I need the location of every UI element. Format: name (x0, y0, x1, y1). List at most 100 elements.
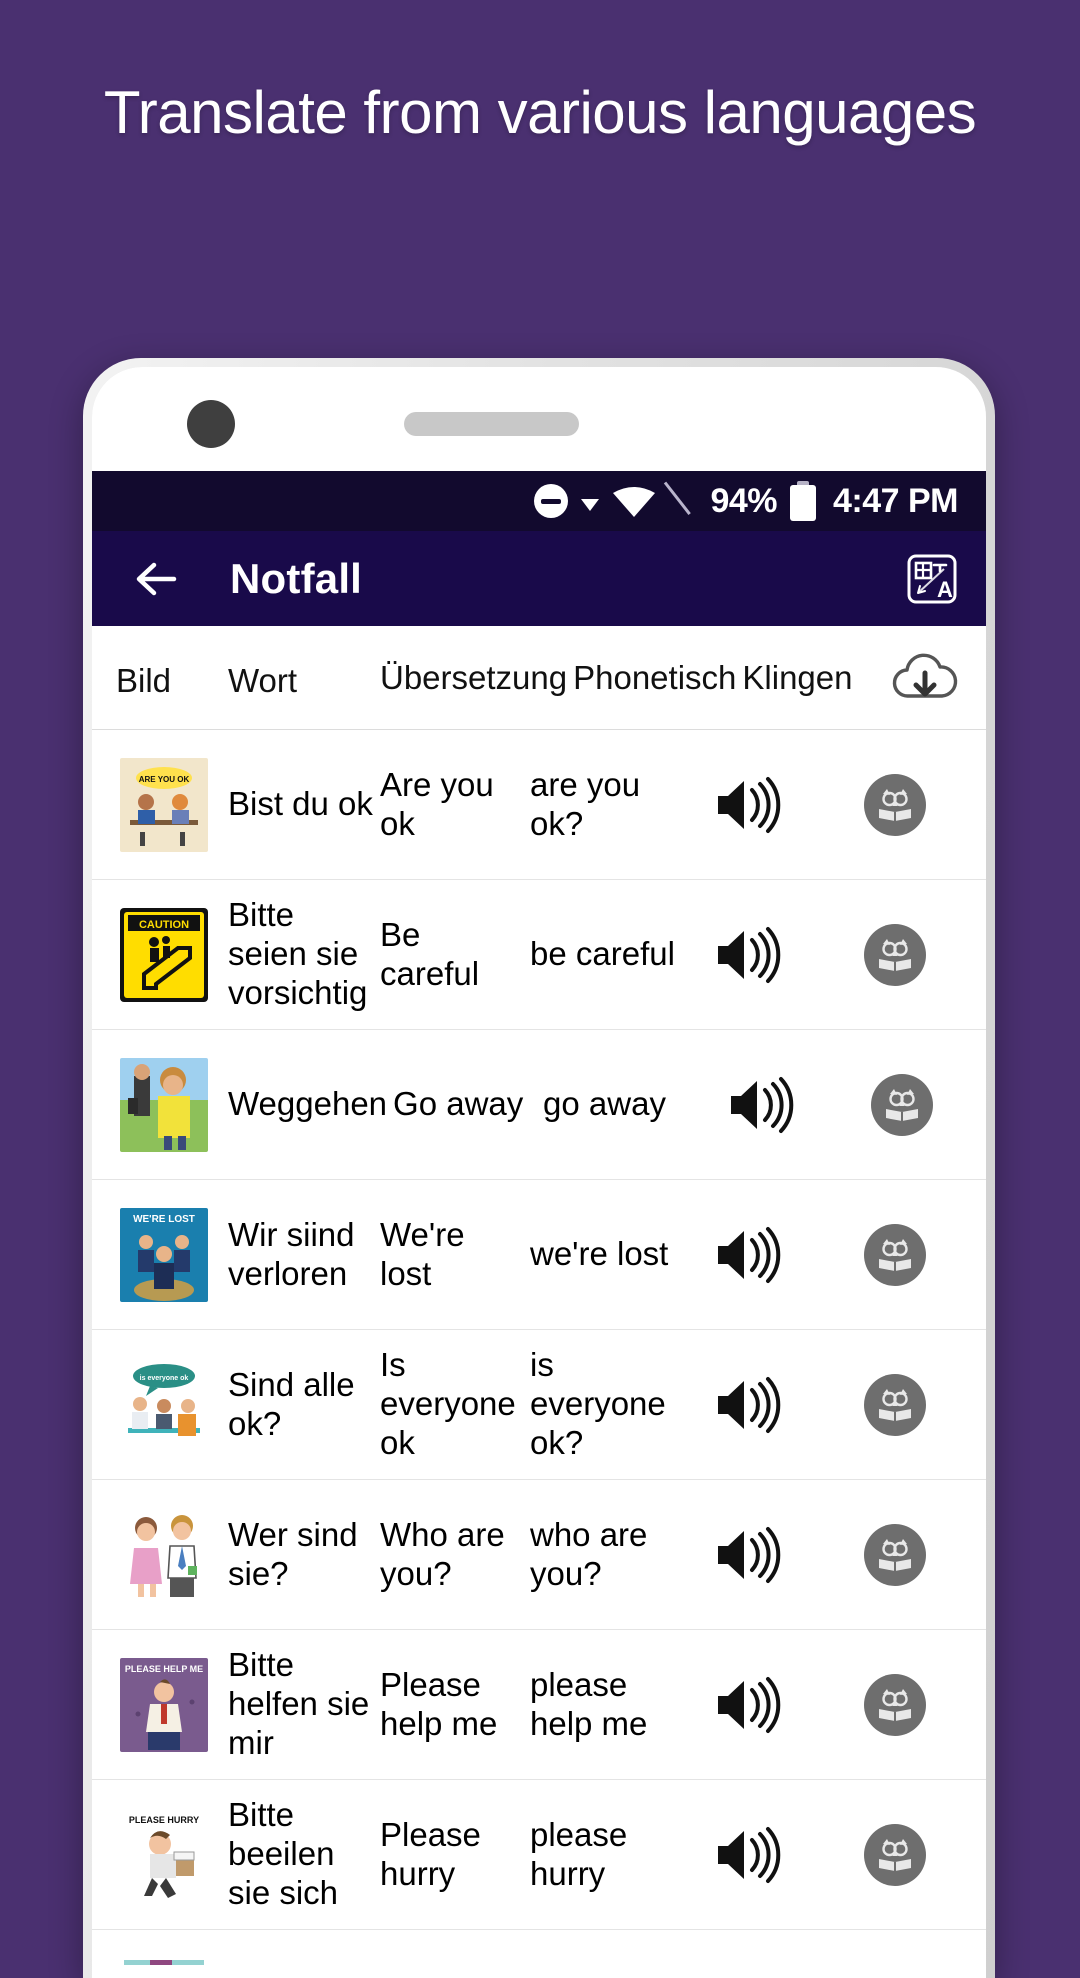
play-sound-button[interactable] (682, 1674, 812, 1736)
svg-text:A: A (937, 577, 953, 602)
speaker-glyph (712, 1824, 782, 1886)
table-row[interactable]: is everyone ok Sind alle ok? Is everyone… (92, 1330, 986, 1480)
row-thumbnail[interactable]: CAUTION (100, 908, 228, 1002)
svg-text:WE'RE LOST: WE'RE LOST (133, 1214, 195, 1225)
play-sound-button[interactable] (682, 1824, 812, 1886)
play-sound-button[interactable] (682, 1524, 812, 1586)
page-title: Notfall (230, 555, 904, 603)
back-arrow-icon[interactable] (130, 553, 182, 605)
table-row[interactable]: CAUTION Bitte seien sie vorsichtig Be ca… (92, 880, 986, 1030)
phrase-image-icon (120, 1508, 208, 1602)
table-row[interactable]: PLEASE HELP ME Bitte helfen sie mir Plea… (92, 1630, 986, 1780)
owl-glyph (875, 1835, 915, 1875)
translate-icon[interactable]: A (904, 551, 960, 607)
table-row[interactable] (92, 1930, 986, 1978)
cell-phonetic: go away (543, 1085, 695, 1124)
battery-icon (790, 481, 816, 521)
svg-text:PLEASE HURRY: PLEASE HURRY (129, 1815, 199, 1825)
download-all-button[interactable] (872, 648, 978, 708)
owl-book-icon (864, 1524, 926, 1586)
status-bar-clock: 4:47 PM (833, 482, 958, 521)
owl-glyph (875, 1535, 915, 1575)
cell-phonetic: be careful (530, 935, 682, 974)
phrase-image-icon: PLEASE HURRY (120, 1808, 208, 1902)
front-camera-icon (187, 400, 235, 448)
wifi-icon (612, 484, 656, 518)
phone-screen: 94% 4:47 PM Notfall A (92, 367, 986, 1978)
owl-book-icon (864, 774, 926, 836)
dictionary-button[interactable] (812, 924, 978, 986)
phrase-image-icon: is everyone ok (120, 1358, 208, 1452)
speaker-glyph (712, 1524, 782, 1586)
cell-word: Bitte beeilen sie sich (228, 1796, 380, 1913)
promo-headline: Translate from various languages (0, 78, 1080, 149)
phrase-image-icon: CAUTION (120, 908, 208, 1002)
speaker-glyph (712, 1374, 782, 1436)
svg-text:CAUTION: CAUTION (139, 919, 189, 931)
row-thumbnail[interactable]: PLEASE HELP ME (100, 1658, 228, 1752)
play-sound-button[interactable] (682, 1374, 812, 1436)
app-bar: Notfall A (92, 531, 986, 626)
owl-book-icon (864, 1224, 926, 1286)
table-row[interactable]: WE'RE LOST Wir siind verloren We're lost… (92, 1180, 986, 1330)
cell-phonetic: we're lost (530, 1235, 682, 1274)
svg-text:PLEASE HELP ME: PLEASE HELP ME (125, 1664, 203, 1674)
owl-book-icon (864, 924, 926, 986)
row-thumbnail[interactable] (100, 1058, 228, 1152)
dictionary-button[interactable] (812, 1524, 978, 1586)
phone-top-bezel (92, 367, 986, 471)
row-thumbnail[interactable]: is everyone ok (100, 1358, 228, 1452)
cell-phonetic: are you ok? (530, 766, 682, 844)
column-header-translation: Übersetzung (380, 658, 573, 698)
play-sound-button[interactable] (682, 924, 812, 986)
battery-percent-label: 94% (710, 482, 777, 521)
cell-translation: Are you ok (380, 766, 530, 844)
owl-glyph (875, 785, 915, 825)
play-sound-button[interactable] (682, 1224, 812, 1286)
dictionary-button[interactable] (812, 1824, 978, 1886)
dictionary-button[interactable] (812, 774, 978, 836)
column-header-phonetic: Phonetisch (573, 658, 742, 698)
phrase-image-icon: WE'RE LOST (120, 1208, 208, 1302)
caret-down-icon (581, 491, 599, 511)
table-row[interactable]: PLEASE HURRY Bitte beeilen sie sich Plea… (92, 1780, 986, 1930)
play-sound-button[interactable] (695, 1074, 825, 1136)
cell-word: Bitte helfen sie mir (228, 1646, 380, 1763)
cell-translation: Who are you? (380, 1516, 530, 1594)
speaker-glyph (712, 924, 782, 986)
speaker-glyph (725, 1074, 795, 1136)
table-header-row: Bild Wort Übersetzung Phonetisch Klingen (92, 626, 986, 730)
sim-off-icon (669, 483, 697, 519)
row-thumbnail[interactable]: ARE YOU OK (100, 758, 228, 852)
cell-translation: Please help me (380, 1666, 530, 1744)
owl-glyph (882, 1085, 922, 1125)
row-thumbnail[interactable]: WE'RE LOST (100, 1208, 228, 1302)
dictionary-button[interactable] (812, 1224, 978, 1286)
table-row[interactable]: ARE YOU OK Bist du ok Are you ok are you… (92, 730, 986, 880)
cell-translation: We're lost (380, 1216, 530, 1294)
phone-mockup-frame: 94% 4:47 PM Notfall A (83, 358, 995, 1978)
dictionary-button[interactable] (812, 1674, 978, 1736)
cell-translation: Be careful (380, 916, 530, 994)
column-header-image: Bild (100, 655, 228, 701)
owl-book-icon (864, 1824, 926, 1886)
cell-phonetic: who are you? (530, 1516, 682, 1594)
row-thumbnail[interactable] (100, 1958, 228, 1978)
dictionary-button[interactable] (825, 1074, 978, 1136)
table-row[interactable]: Wer sind sie? Who are you? who are you? (92, 1480, 986, 1630)
dictionary-button[interactable] (812, 1374, 978, 1436)
table-row[interactable]: Weggehen Go away go away (92, 1030, 986, 1180)
cell-translation: Please hurry (380, 1816, 530, 1894)
row-thumbnail[interactable]: PLEASE HURRY (100, 1808, 228, 1902)
speaker-glyph (712, 1674, 782, 1736)
cell-word: Bitte seien sie vorsichtig (228, 896, 380, 1013)
do-not-disturb-icon (534, 484, 568, 518)
row-thumbnail[interactable] (100, 1508, 228, 1602)
owl-glyph (875, 1385, 915, 1425)
play-sound-button[interactable] (682, 774, 812, 836)
cell-translation: Is everyone ok (380, 1346, 530, 1463)
phrase-image-icon (120, 1958, 208, 1978)
svg-text:ARE YOU OK: ARE YOU OK (139, 775, 190, 784)
owl-glyph (875, 935, 915, 975)
speaker-glyph (712, 1224, 782, 1286)
